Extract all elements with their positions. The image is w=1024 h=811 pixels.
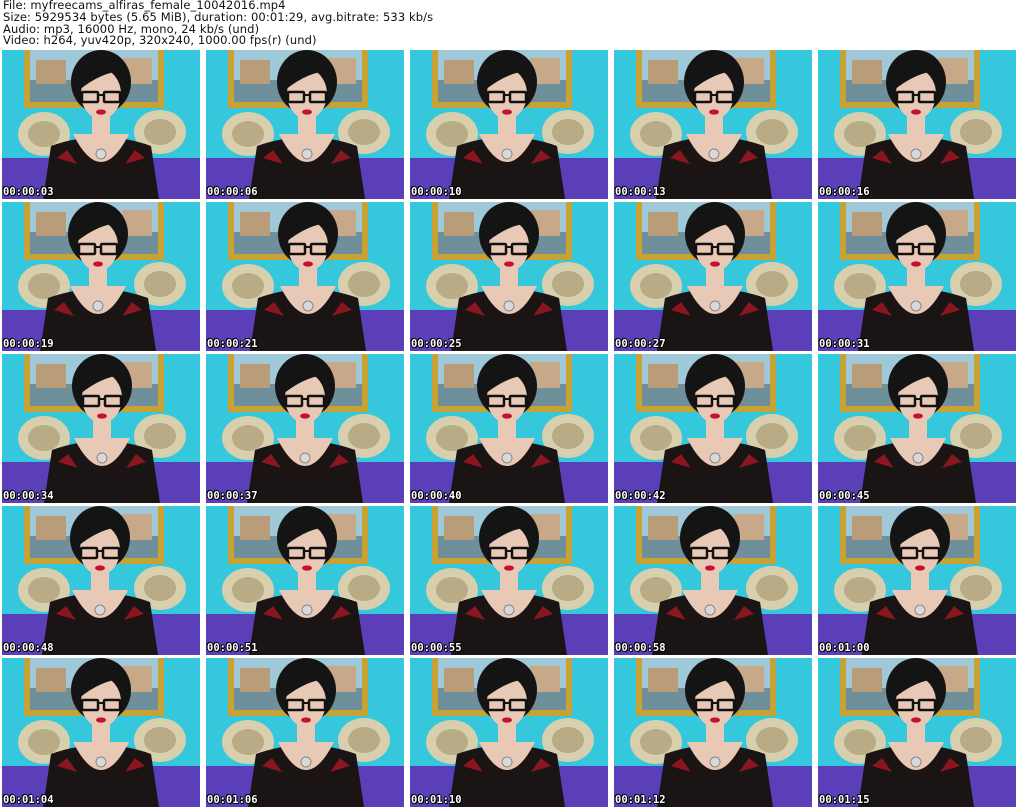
video-thumbnail: 00:00:55 <box>410 506 608 655</box>
video-thumbnail: 00:00:42 <box>614 354 812 503</box>
thumbnail-timestamp: 00:00:16 <box>819 186 870 198</box>
video-thumbnail: 00:00:40 <box>410 354 608 503</box>
webcam-frame-image <box>2 506 200 655</box>
video-thumbnail: 00:00:13 <box>614 50 812 199</box>
thumbnail-timestamp: 00:00:10 <box>411 186 462 198</box>
thumbnail-timestamp: 00:00:19 <box>3 338 54 350</box>
video-thumbnail: 00:01:06 <box>206 658 404 807</box>
video-thumbnail: 00:01:04 <box>2 658 200 807</box>
thumbnail-timestamp: 00:00:25 <box>411 338 462 350</box>
video-thumbnail: 00:00:31 <box>818 202 1016 351</box>
video-thumbnail: 00:00:19 <box>2 202 200 351</box>
video-thumbnail: 00:00:34 <box>2 354 200 503</box>
video-thumbnail: 00:00:37 <box>206 354 404 503</box>
webcam-frame-image <box>2 202 200 351</box>
webcam-frame-image <box>410 202 608 351</box>
thumbnail-timestamp: 00:00:58 <box>615 642 666 654</box>
webcam-frame-image <box>410 506 608 655</box>
video-info-line: Video: h264, yuv420p, 320x240, 1000.00 f… <box>3 33 317 48</box>
video-thumbnail: 00:00:06 <box>206 50 404 199</box>
thumbnail-timestamp: 00:01:06 <box>207 794 258 806</box>
thumbnail-timestamp: 00:00:21 <box>207 338 258 350</box>
webcam-frame-image <box>818 658 1016 807</box>
thumbnail-timestamp: 00:01:04 <box>3 794 54 806</box>
webcam-frame-image <box>206 202 404 351</box>
thumbnail-timestamp: 00:01:00 <box>819 642 870 654</box>
video-thumbnail: 00:00:10 <box>410 50 608 199</box>
webcam-frame-image <box>818 506 1016 655</box>
video-thumbnail: 00:00:21 <box>206 202 404 351</box>
thumbnail-timestamp: 00:00:42 <box>615 490 666 502</box>
thumbnail-timestamp: 00:00:03 <box>3 186 54 198</box>
thumbnail-timestamp: 00:01:12 <box>615 794 666 806</box>
thumbnail-timestamp: 00:01:15 <box>819 794 870 806</box>
video-thumbnail: 00:01:00 <box>818 506 1016 655</box>
thumbnail-timestamp: 00:00:34 <box>3 490 54 502</box>
thumbnail-timestamp: 00:00:51 <box>207 642 258 654</box>
thumbnail-timestamp: 00:01:10 <box>411 794 462 806</box>
thumbnail-timestamp: 00:00:06 <box>207 186 258 198</box>
thumbnail-timestamp: 00:00:40 <box>411 490 462 502</box>
video-thumbnail: 00:00:16 <box>818 50 1016 199</box>
file-info-header: File: myfreecams_alfiras_female_10042016… <box>3 0 1019 50</box>
thumbnail-grid: 00:00:03 00:00:06 00:00:10 00:00:13 00:00:16… <box>2 50 1023 810</box>
thumbnail-timestamp: 00:00:48 <box>3 642 54 654</box>
webcam-frame-image <box>614 202 812 351</box>
thumbnail-timestamp: 00:00:13 <box>615 186 666 198</box>
video-thumbnail: 00:00:25 <box>410 202 608 351</box>
video-thumbnail: 00:01:15 <box>818 658 1016 807</box>
webcam-frame-image <box>2 50 200 199</box>
webcam-frame-image <box>2 658 200 807</box>
webcam-frame-image <box>410 354 608 503</box>
webcam-frame-image <box>818 50 1016 199</box>
webcam-frame-image <box>206 354 404 503</box>
webcam-frame-image <box>410 50 608 199</box>
webcam-frame-image <box>2 354 200 503</box>
webcam-frame-image <box>818 354 1016 503</box>
video-thumbnail: 00:00:03 <box>2 50 200 199</box>
webcam-frame-image <box>614 354 812 503</box>
thumbnail-timestamp: 00:00:55 <box>411 642 462 654</box>
thumbnail-timestamp: 00:00:45 <box>819 490 870 502</box>
video-thumbnail: 00:01:12 <box>614 658 812 807</box>
webcam-frame-image <box>206 658 404 807</box>
webcam-frame-image <box>614 50 812 199</box>
webcam-frame-image <box>206 506 404 655</box>
video-thumbnail: 00:00:58 <box>614 506 812 655</box>
video-thumbnail: 00:00:45 <box>818 354 1016 503</box>
webcam-frame-image <box>818 202 1016 351</box>
webcam-frame-image <box>206 50 404 199</box>
thumbnail-timestamp: 00:00:31 <box>819 338 870 350</box>
video-thumbnail: 00:00:48 <box>2 506 200 655</box>
webcam-frame-image <box>614 506 812 655</box>
webcam-frame-image <box>614 658 812 807</box>
video-thumbnail: 00:00:27 <box>614 202 812 351</box>
video-thumbnail: 00:00:51 <box>206 506 404 655</box>
thumbnail-timestamp: 00:00:27 <box>615 338 666 350</box>
video-thumbnail: 00:01:10 <box>410 658 608 807</box>
thumbnail-timestamp: 00:00:37 <box>207 490 258 502</box>
webcam-frame-image <box>410 658 608 807</box>
